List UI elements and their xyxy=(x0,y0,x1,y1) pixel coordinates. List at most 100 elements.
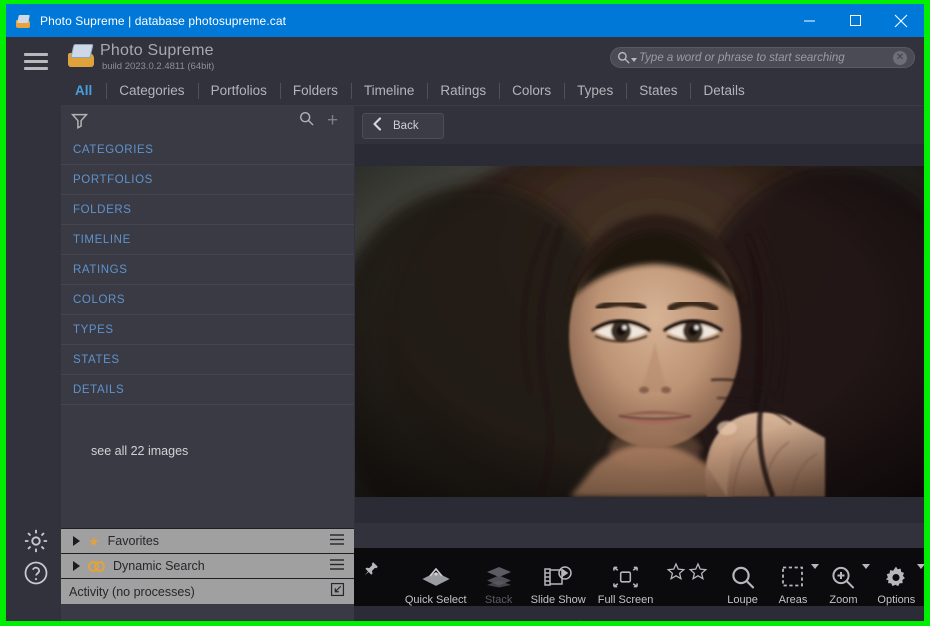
dock-label: Dynamic Search xyxy=(113,559,205,573)
gear-icon[interactable] xyxy=(22,527,50,555)
back-bar: Back xyxy=(354,106,924,144)
tool-adjust[interactable]: Adjust xyxy=(815,610,868,621)
panel-search-icon[interactable] xyxy=(299,111,314,131)
tool-details[interactable]: Details xyxy=(653,610,706,621)
dock-favorites[interactable]: ★ Favorites xyxy=(61,528,354,553)
application-window: Photo Supreme | database photosupreme.ca… xyxy=(6,4,924,621)
sidebar-item-details[interactable]: DETAILS xyxy=(61,375,354,405)
pin-icon[interactable] xyxy=(363,561,379,582)
maximize-button[interactable] xyxy=(832,4,878,37)
loupe-icon xyxy=(730,563,756,591)
light-table-icon xyxy=(607,619,633,621)
gear-icon xyxy=(883,563,909,591)
filter-icon[interactable] xyxy=(71,112,88,134)
full-screen-icon xyxy=(612,563,639,591)
tool-star-rating[interactable] xyxy=(659,548,717,606)
photo-supreme-logo-icon xyxy=(67,43,95,69)
tool-batch[interactable]: Batch xyxy=(518,610,574,621)
left-panel: + CATEGORIES PORTFOLIOS FOLDERS TIMELINE… xyxy=(61,106,354,621)
chevron-down-icon[interactable] xyxy=(917,564,924,569)
chevron-left-icon xyxy=(372,117,383,136)
chevron-right-icon[interactable] xyxy=(73,536,80,546)
category-list: CATEGORIES PORTFOLIOS FOLDERS TIMELINE R… xyxy=(61,135,354,405)
app-build-version: build 2023.0.2.4811 (64bit) xyxy=(102,61,214,72)
tool-label: Quick Select xyxy=(405,594,467,606)
tab-ratings[interactable]: Ratings xyxy=(427,82,499,100)
tab-all[interactable]: All xyxy=(61,82,106,100)
tool-light-table[interactable]: Light Table xyxy=(587,610,653,621)
portrait-photograph[interactable] xyxy=(355,166,924,497)
left-rail xyxy=(6,37,61,621)
tab-types[interactable]: Types xyxy=(564,82,626,100)
sidebar-item-states[interactable]: STATES xyxy=(61,345,354,375)
sidebar-item-colors[interactable]: COLORS xyxy=(61,285,354,315)
see-all-images-link[interactable]: see all 22 images xyxy=(61,436,354,466)
list-item-label: RATINGS xyxy=(73,264,127,276)
tab-states[interactable]: States xyxy=(626,82,690,100)
tab-details[interactable]: Details xyxy=(690,82,757,100)
app-body: Photo Supreme build 2023.0.2.4811 (64bit… xyxy=(6,37,924,621)
tool-label: Zoom xyxy=(829,594,857,606)
tool-full-screen[interactable]: Full Screen xyxy=(592,548,660,606)
photo-render xyxy=(355,166,924,497)
tool-loupe[interactable]: Loupe xyxy=(717,548,767,606)
tool-areas[interactable]: Areas xyxy=(768,548,818,606)
minimize-button[interactable] xyxy=(786,4,832,37)
viewer-panel: Back xyxy=(354,106,924,621)
sidebar-item-folders[interactable]: FOLDERS xyxy=(61,195,354,225)
batch-icon xyxy=(533,619,559,621)
tab-categories[interactable]: Categories xyxy=(106,82,197,100)
tab-colors[interactable]: Colors xyxy=(499,82,564,100)
tool-slide-show[interactable]: Slide Show xyxy=(525,548,592,606)
activity-label: Activity (no processes) xyxy=(69,585,195,599)
stack-icon xyxy=(486,563,512,591)
chevron-down-icon[interactable] xyxy=(631,58,637,62)
areas-icon xyxy=(781,563,806,591)
tab-timeline[interactable]: Timeline xyxy=(351,82,428,100)
list-item-label: COLORS xyxy=(73,294,125,306)
tool-labels[interactable]: Labels xyxy=(763,610,816,621)
tool-preview[interactable]: Preview xyxy=(868,610,924,621)
search-input[interactable] xyxy=(639,52,893,64)
star-icon: ★ xyxy=(88,535,100,548)
search-icon[interactable] xyxy=(617,51,639,64)
tool-zoom[interactable]: Zoom xyxy=(818,548,868,606)
hamburger-menu-icon[interactable] xyxy=(330,532,344,550)
tab-portfolios[interactable]: Portfolios xyxy=(198,82,280,100)
close-button[interactable] xyxy=(878,4,924,37)
hamburger-menu-icon[interactable] xyxy=(24,53,48,71)
tool-quick-select[interactable]: Quick Select xyxy=(399,548,473,606)
share-icon xyxy=(466,619,492,621)
search-box[interactable]: ✕ xyxy=(610,47,915,68)
photo-area xyxy=(355,144,924,523)
dock-dynamic-search[interactable]: Dynamic Search xyxy=(61,553,354,578)
sidebar-item-ratings[interactable]: RATINGS xyxy=(61,255,354,285)
tool-geo-tag[interactable]: GEO Tag xyxy=(705,610,763,621)
expand-panel-icon[interactable] xyxy=(331,583,344,601)
tab-bar: All Categories Portfolios Folders Timeli… xyxy=(61,76,924,106)
dock-label: Favorites xyxy=(108,534,159,548)
star-rating-icon xyxy=(665,558,711,586)
sidebar-item-timeline[interactable]: TIMELINE xyxy=(61,225,354,255)
sidebar-item-categories[interactable]: CATEGORIES xyxy=(61,135,354,165)
see-all-label: see all 22 images xyxy=(91,444,188,458)
tool-options[interactable]: Options xyxy=(869,548,924,606)
tab-folders[interactable]: Folders xyxy=(280,82,351,100)
secondary-toolbar: i 0 Info Image Basket xyxy=(354,606,924,621)
sidebar-item-portfolios[interactable]: PORTFOLIOS xyxy=(61,165,354,195)
tool-share[interactable]: Share xyxy=(455,610,504,621)
chevron-right-icon[interactable] xyxy=(73,561,80,571)
tool-stack[interactable]: Stack xyxy=(473,548,525,606)
preview-images-icon xyxy=(882,619,910,621)
list-item-label: CATEGORIES xyxy=(73,144,154,156)
sidebar-item-types[interactable]: TYPES xyxy=(61,315,354,345)
list-item-label: DETAILS xyxy=(73,384,124,396)
activity-bar[interactable]: Activity (no processes) xyxy=(61,578,354,604)
plus-icon[interactable]: + xyxy=(327,111,338,130)
hamburger-menu-icon[interactable] xyxy=(330,557,344,575)
clear-icon[interactable]: ✕ xyxy=(893,51,907,65)
tool-label: Options xyxy=(877,594,915,606)
back-button[interactable]: Back xyxy=(362,113,444,139)
help-icon[interactable] xyxy=(22,559,50,587)
list-item-label: PORTFOLIOS xyxy=(73,174,153,186)
